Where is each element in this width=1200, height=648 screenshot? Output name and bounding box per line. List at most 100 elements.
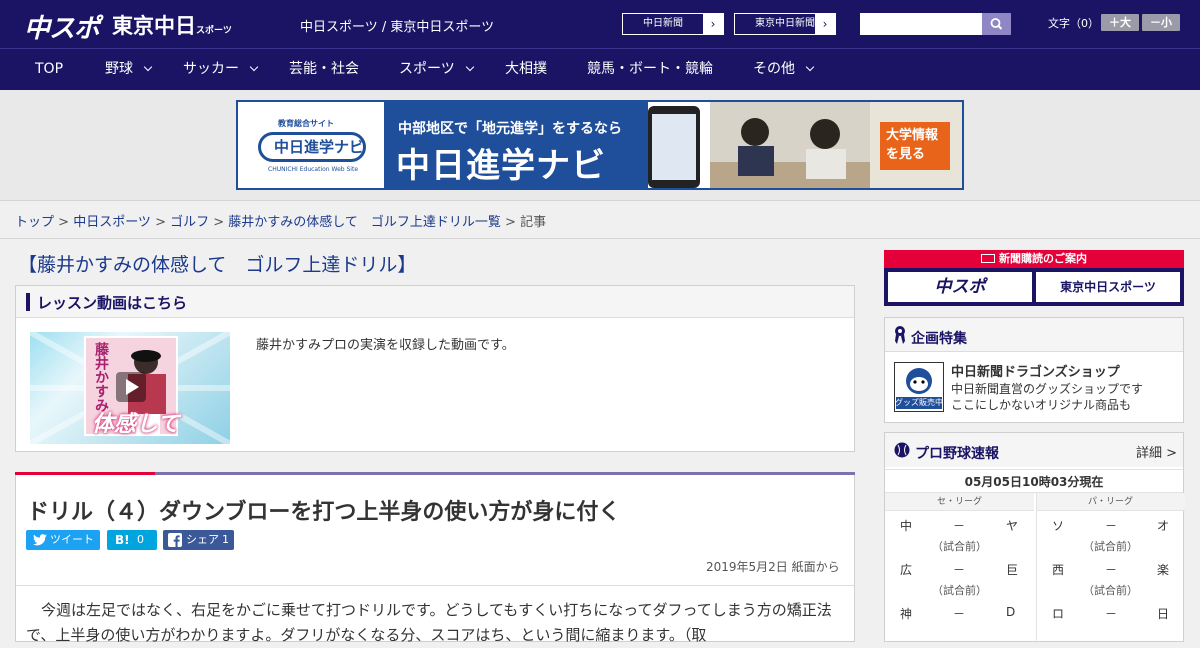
font-size-label: 文字（0）	[1048, 17, 1099, 30]
video-section-title: レッスン動画はこちら	[37, 294, 188, 312]
nav-item-top[interactable]: TOP	[35, 49, 63, 90]
dragons-shop-desc: 中日新聞直営のグッズショップです ここにしかないオリジナル商品も	[951, 381, 1143, 413]
nav-item-soccer[interactable]: サッカー	[183, 49, 259, 90]
search-button[interactable]	[982, 13, 1011, 35]
font-bigger-button[interactable]: ＋大	[1101, 14, 1139, 31]
nav-label: スポーツ	[399, 61, 455, 77]
nav-label: 野球	[105, 61, 133, 77]
nav-item-sports[interactable]: スポーツ	[399, 49, 474, 90]
nav-label: 芸能・社会	[289, 61, 359, 77]
search-input[interactable]	[860, 13, 982, 35]
team-away: 巨	[1006, 563, 1019, 577]
breadcrumb-top[interactable]: トップ	[15, 215, 54, 230]
ribbon-icon	[895, 326, 905, 344]
video-section-header: レッスン動画はこちら	[16, 286, 854, 318]
nav-item-sumo[interactable]: 大相撲	[505, 49, 547, 90]
video-thumbnail[interactable]: 藤井かすみ 体感して	[30, 332, 230, 444]
team-away: D	[1006, 605, 1016, 619]
score-sep: －	[953, 563, 966, 577]
subscribe-chuspo-button[interactable]: 中スポ	[888, 272, 1032, 302]
breadcrumb-golf[interactable]: ゴルフ	[170, 215, 209, 230]
ad-area: 教育総合サイト 中日進学ナビ CHUNICHI Education Web Si…	[0, 90, 1200, 201]
thumbnail-name: 藤井かすみ	[93, 342, 109, 412]
breadcrumb-divider	[0, 238, 1200, 239]
banner-line2: 中日進学ナビ	[396, 146, 606, 186]
share-label: シェア	[186, 533, 219, 546]
nav-label: 大相撲	[505, 61, 547, 77]
baseball-scores-header: プロ野球速報 詳細 >	[885, 433, 1183, 467]
team-home: 広	[900, 563, 913, 577]
game-status: （試合前）	[932, 540, 987, 553]
banner-cta[interactable]: 大学情報を見る	[880, 122, 950, 170]
special-feature-title: 企画特集	[911, 331, 967, 347]
score-sep: －	[1105, 563, 1118, 577]
baseball-update-time: 05月05日10時03分現在	[885, 469, 1183, 493]
tokyo-shimbun-button[interactable]: 東京中日新聞 ›	[734, 13, 836, 35]
article-date: 2019年5月2日 紙面から	[706, 560, 840, 574]
plan-desc-line: ここにしかないオリジナル商品も	[951, 398, 1132, 412]
dragons-shop-link[interactable]: 中日新聞ドラゴンズショップ	[951, 361, 1120, 380]
chevron-down-icon	[249, 62, 259, 72]
breadcrumb-chuspo[interactable]: 中日スポーツ	[73, 215, 151, 230]
nav-item-baseball[interactable]: 野球	[105, 49, 153, 90]
plan-desc-line: 中日新聞直営のグッズショップです	[951, 382, 1144, 396]
baseball-details-link[interactable]: 詳細 >	[1136, 442, 1177, 461]
article-body: 今週は左足ではなく、右足をかごに乗せて打つドリルです。どうしてもすくい打ちになっ…	[26, 601, 832, 644]
baseball-icon	[894, 442, 910, 458]
shingaku-navi-banner[interactable]: 教育総合サイト 中日進学ナビ CHUNICHI Education Web Si…	[236, 100, 964, 190]
team-away: オ	[1157, 519, 1170, 533]
score-sep: －	[953, 519, 966, 533]
article-topline	[15, 472, 855, 475]
league-divider	[1036, 493, 1037, 643]
special-feature-box: 企画特集 グッズ販売中 中日新聞ドラゴンズショップ 中日新聞直営のグッズショップ…	[884, 317, 1184, 423]
chevron-right-icon: ›	[703, 14, 723, 34]
game-status: （試合前）	[1083, 540, 1138, 553]
team-home: ソ	[1052, 519, 1065, 533]
subscription-heading: 新聞購読のご案内	[884, 250, 1184, 268]
chevron-right-icon: ›	[815, 14, 835, 34]
tokyo-logo-small: スポーツ	[196, 26, 232, 36]
newspaper-icon	[981, 254, 995, 263]
baseball-scores-box: プロ野球速報 詳細 > 05月05日10時03分現在 セ・リーグ パ・リーグ 中…	[884, 432, 1185, 643]
site-names: 中日スポーツ / 東京中日スポーツ	[300, 20, 495, 35]
tokyo-chunichi-logo[interactable]: 東京中日スポーツ	[112, 10, 232, 40]
nav-item-racing[interactable]: 競馬・ボート・競輪	[587, 49, 713, 90]
breadcrumb-series[interactable]: 藤井かすみの体感して ゴルフ上達ドリル一覧	[228, 215, 501, 230]
nav-label: TOP	[35, 61, 64, 77]
site-header: 中スポ 東京中日スポーツ 中日スポーツ / 東京中日スポーツ 中日新聞 › 東京…	[0, 0, 1200, 48]
nav-item-entertainment[interactable]: 芸能・社会	[289, 49, 359, 90]
banner-logo-area: 教育総合サイト 中日進学ナビ CHUNICHI Education Web Si…	[238, 102, 384, 188]
special-feature-header: 企画特集	[885, 318, 1183, 352]
series-title[interactable]: 【藤井かすみの体感して ゴルフ上達ドリル】	[18, 250, 416, 277]
facebook-icon	[168, 533, 182, 547]
video-description: 藤井かすみプロの実演を収録した動画です。	[256, 338, 515, 353]
tweet-button[interactable]: ツイート	[26, 530, 100, 550]
font-smaller-button[interactable]: －小	[1142, 14, 1180, 31]
team-home: 中	[900, 519, 913, 533]
nav-label: サッカー	[183, 61, 239, 77]
game-status: （試合前）	[1083, 584, 1138, 597]
team-home: ロ	[1052, 607, 1065, 621]
central-league-label: セ・リーグ	[885, 493, 1034, 511]
subscription-box: 新聞購読のご案内 中スポ 東京中日スポーツ	[884, 250, 1184, 306]
dragons-shop-icon[interactable]: グッズ販売中	[894, 362, 944, 412]
heading-bar	[26, 293, 30, 311]
chevron-down-icon	[805, 62, 815, 72]
facebook-share-button[interactable]: シェア 1	[163, 530, 234, 550]
hatena-button[interactable]: B! 0	[107, 530, 157, 550]
nav-item-others[interactable]: その他	[753, 49, 815, 90]
game-status: （試合前）	[932, 584, 987, 597]
paper-button-label: 東京中日新聞	[755, 18, 815, 29]
chunichi-shimbun-button[interactable]: 中日新聞 ›	[622, 13, 724, 35]
banner-sub: 教育総合サイト	[278, 119, 334, 128]
score-sep: －	[1105, 607, 1118, 621]
banner-logo-en: CHUNICHI Education Web Site	[268, 166, 359, 173]
hatena-count: 0	[137, 533, 144, 546]
article-title: ドリル（４）ダウンブローを打つ上半身の使い方が身に付く	[27, 500, 621, 525]
team-away: 楽	[1157, 563, 1170, 577]
banner-logo: 中日進学ナビ	[274, 138, 365, 156]
smartphone-image	[648, 106, 700, 188]
subscribe-tokyo-button[interactable]: 東京中日スポーツ	[1036, 272, 1180, 302]
chuspo-logo[interactable]: 中スポ	[24, 8, 100, 45]
baseball-scores-title: プロ野球速報	[915, 446, 999, 462]
